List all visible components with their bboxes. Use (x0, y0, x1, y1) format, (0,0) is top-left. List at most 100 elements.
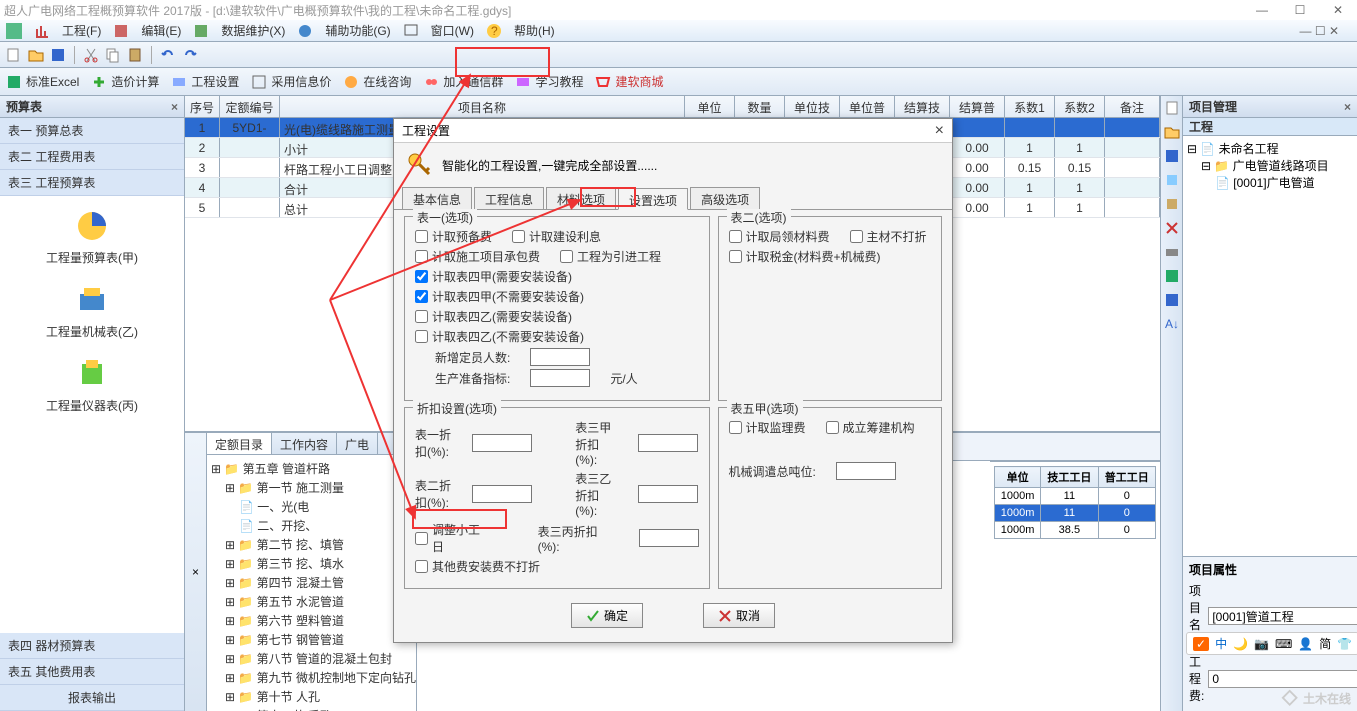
tb-settings[interactable]: 工程设置 (171, 73, 239, 90)
cb-sup[interactable]: 计取监理费 (729, 419, 806, 436)
menu-aux-icon[interactable] (297, 23, 313, 39)
dialog-title: 工程设置 (402, 122, 450, 139)
tb-study[interactable]: 学习教程 (515, 73, 583, 90)
sidebar-item-t2[interactable]: 表二 工程费用表 (0, 144, 184, 170)
input-mach[interactable] (836, 462, 896, 480)
cb-small[interactable]: 调整小工日 (415, 521, 491, 555)
left-panel: 预算表× 表一 预算总表 表二 工程费用表 表三 工程预算表 工程量预算表(甲)… (0, 96, 185, 711)
block-bing[interactable]: 工程量仪器表(丙) (8, 358, 176, 414)
svg-text:?: ? (491, 24, 498, 38)
cb-imp[interactable]: 工程为引进工程 (560, 248, 661, 265)
paste-icon[interactable] (1164, 196, 1180, 212)
menu-icon[interactable] (6, 23, 22, 39)
copy-icon[interactable] (1164, 172, 1180, 188)
panel-close-icon[interactable]: × (171, 100, 178, 114)
close-icon[interactable]: ✕ (1323, 3, 1353, 17)
ok-button[interactable]: 确定 (571, 603, 643, 628)
file-icon[interactable] (1164, 100, 1180, 116)
open-icon[interactable] (28, 47, 44, 63)
input-prod[interactable] (530, 369, 590, 387)
tab-gd[interactable]: 广电 (337, 433, 378, 454)
tab-material[interactable]: 材料选项 (546, 187, 616, 209)
bottom-tabs: 定额目录 工作内容 广电 (207, 433, 416, 455)
maximize-icon[interactable]: ☐ (1285, 3, 1315, 17)
input-d3b[interactable] (638, 485, 698, 503)
dialog-hint: 智能化的工程设置,一键完成全部设置...... (442, 157, 657, 174)
sidebar-item-t3[interactable]: 表三 工程预算表 (0, 170, 184, 196)
cb-build[interactable]: 计取建设利息 (512, 228, 601, 245)
proj-name-input[interactable] (1208, 607, 1357, 625)
tab-basic[interactable]: 基本信息 (402, 187, 472, 209)
panel-close-icon[interactable]: × (1344, 100, 1351, 114)
cb-s4an[interactable]: 计取表四甲(不需要安装设备) (415, 288, 584, 305)
menu-edit-icon[interactable] (113, 23, 129, 39)
tb-group[interactable]: 加入通信群 (423, 73, 503, 90)
dialog-close-icon[interactable]: × (935, 122, 944, 140)
cb-tax[interactable]: 计取税金(材料费+机械费) (729, 248, 881, 265)
menu-chart-icon[interactable] (34, 23, 50, 39)
ime-bar: ✓ 中🌙📷⌨👤 简👕 (1186, 632, 1357, 655)
sidebar-item-report[interactable]: 报表输出 (0, 685, 184, 711)
cb-s4bn[interactable]: 计取表四乙(不需要安装设备) (415, 328, 584, 345)
cancel-button[interactable]: 取消 (703, 603, 775, 628)
block-jia[interactable]: 工程量预算表(甲) (8, 210, 176, 266)
cb-mat[interactable]: 计取局领材料费 (729, 228, 830, 245)
menu-help-icon[interactable]: ? (486, 23, 502, 39)
cut-icon[interactable] (83, 47, 99, 63)
sort-icon[interactable]: A↓ (1164, 316, 1180, 332)
menubar: 工程(F) 编辑(E) 数据维护(X) 辅助功能(G) 窗口(W) ? 帮助(H… (0, 20, 1357, 42)
tab-options[interactable]: 设置选项 (618, 188, 688, 210)
tab-work[interactable]: 工作内容 (272, 433, 337, 454)
cb-other[interactable]: 其他费安装费不打折 (415, 558, 540, 575)
tab-project[interactable]: 工程信息 (474, 187, 544, 209)
tb-std-excel[interactable]: 标准Excel (6, 73, 79, 90)
save-icon[interactable] (50, 47, 66, 63)
cb-main[interactable]: 主材不打折 (850, 228, 927, 245)
cb-org[interactable]: 成立筹建机构 (826, 419, 915, 436)
menu-help[interactable]: 帮助(H) (514, 22, 555, 39)
input-d3c[interactable] (639, 529, 699, 547)
cb-s4b[interactable]: 计取表四乙(需要安装设备) (415, 308, 572, 325)
menu-window[interactable]: 窗口(W) (431, 22, 474, 39)
tab-advanced[interactable]: 高级选项 (690, 187, 760, 209)
menu-data[interactable]: 数据维护(X) (221, 22, 285, 39)
paste-icon[interactable] (127, 47, 143, 63)
tb-mall[interactable]: 建软商城 (595, 73, 663, 90)
menu-aux[interactable]: 辅助功能(G) (325, 22, 390, 39)
menu-data-icon[interactable] (193, 23, 209, 39)
copy-icon[interactable] (105, 47, 121, 63)
tb-calc[interactable]: 造价计算 (91, 73, 159, 90)
excel-icon[interactable] (1164, 268, 1180, 284)
new-icon[interactable] (6, 47, 22, 63)
panel-close-icon[interactable]: × (192, 565, 199, 579)
block-yi[interactable]: 工程量机械表(乙) (8, 284, 176, 340)
quota-tree[interactable]: ⊞ 📁 第五章 管道杆路⊞ 📁 第一节 施工测量📄 一、光(电📄 二、开挖、⊞ … (207, 455, 416, 711)
undo-icon[interactable] (160, 47, 176, 63)
tab-quota[interactable]: 定额目录 (207, 433, 272, 454)
cb-cont[interactable]: 计取施工项目承包费 (415, 248, 540, 265)
menu-project[interactable]: 工程(F) (62, 22, 101, 39)
delete-icon[interactable] (1164, 220, 1180, 236)
unit-table: 单位技工工日普工工日 1000m110 1000m110 1000m38.50 (994, 466, 1156, 539)
redo-icon[interactable] (182, 47, 198, 63)
cb-s4a[interactable]: 计取表四甲(需要安装设备) (415, 268, 572, 285)
menu-win-icon[interactable] (403, 23, 419, 39)
svg-text:A↓: A↓ (1165, 317, 1179, 331)
tb-online[interactable]: 在线咨询 (343, 73, 411, 90)
word-icon[interactable] (1164, 292, 1180, 308)
input-d1[interactable] (472, 434, 532, 452)
input-d3a[interactable] (638, 434, 698, 452)
menu-edit[interactable]: 编辑(E) (141, 22, 181, 39)
sidebar-item-t1[interactable]: 表一 预算总表 (0, 118, 184, 144)
input-add[interactable] (530, 348, 590, 366)
minimize-icon[interactable]: — (1247, 3, 1277, 17)
save-icon[interactable] (1164, 148, 1180, 164)
tb-info-price[interactable]: 采用信息价 (251, 73, 331, 90)
print-icon[interactable] (1164, 244, 1180, 260)
cb-prep[interactable]: 计取预备费 (415, 228, 492, 245)
sidebar-item-t4[interactable]: 表四 器材预算表 (0, 633, 184, 659)
folder-icon[interactable] (1164, 124, 1180, 140)
project-tree[interactable]: ⊟ 📄 未命名工程 ⊟ 📁 广电管道线路项目 📄 [0001]广电管道 (1183, 136, 1357, 556)
sidebar-item-t5[interactable]: 表五 其他费用表 (0, 659, 184, 685)
input-d2[interactable] (472, 485, 532, 503)
